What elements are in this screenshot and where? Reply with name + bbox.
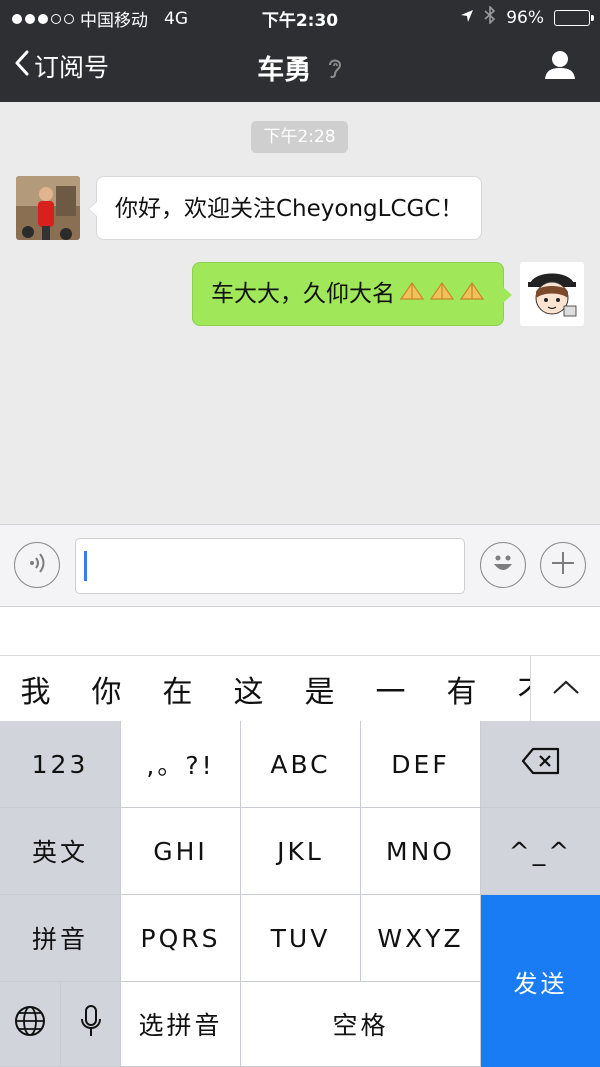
battery-percent: 96% (506, 7, 544, 28)
expand-candidates-button[interactable] (530, 655, 600, 722)
candidate-word[interactable]: 在 (142, 667, 213, 711)
person-icon (544, 51, 576, 84)
key-abc[interactable]: ABC (241, 721, 361, 808)
candidate-word[interactable]: 是 (284, 667, 355, 711)
microphone-icon (80, 1005, 102, 1043)
key-123[interactable]: 123 (0, 721, 121, 808)
location-arrow-icon (460, 8, 474, 28)
text-cursor (84, 551, 87, 581)
outgoing-message[interactable]: 车大大，久仰大名 (192, 262, 512, 326)
microphone-key[interactable] (61, 982, 121, 1067)
key-wxyz[interactable]: WXYZ (361, 895, 481, 982)
key-pqrs[interactable]: PQRS (121, 895, 241, 982)
chevron-up-icon (552, 679, 580, 699)
candidate-word[interactable]: 这 (213, 667, 284, 711)
emoji-button[interactable] (480, 542, 526, 588)
key-pinyin[interactable]: 拼音 (0, 895, 121, 982)
voice-input-button[interactable] (14, 542, 60, 588)
bluetooth-icon (484, 5, 496, 29)
pray-hands-icon (399, 262, 425, 326)
pray-hands-icon (429, 262, 455, 326)
backspace-icon (521, 747, 561, 781)
input-bar (0, 524, 600, 606)
more-actions-button[interactable] (540, 542, 586, 588)
voice-wave-icon (24, 550, 50, 580)
key-tuv[interactable]: TUV (241, 895, 361, 982)
key-select-pinyin[interactable]: 选拼音 (121, 982, 241, 1067)
key-mno[interactable]: MNO (361, 808, 481, 895)
nav-bar: 订阅号 车勇 (0, 40, 600, 96)
earpiece-mode-icon (327, 56, 343, 87)
keyboard: 123 ,。?! ABC DEF 英文 GHI JKL MNO ^_^ 拼音 P… (0, 721, 600, 1067)
key-jkl[interactable]: JKL (241, 808, 361, 895)
key-punctuation[interactable]: ,。?! (121, 721, 241, 808)
my-avatar[interactable] (520, 262, 584, 326)
plus-icon (549, 549, 577, 581)
candidate-word[interactable]: 不 (497, 667, 531, 711)
status-bar: 中国移动 4G 下午2:30 96% (0, 0, 600, 34)
candidate-word[interactable]: 我 (0, 667, 71, 711)
key-def[interactable]: DEF (361, 721, 481, 808)
candidate-bar: 我 你 在 这 是 一 有 不 (0, 606, 600, 722)
candidate-word[interactable]: 有 (426, 667, 497, 711)
profile-button[interactable] (544, 50, 576, 84)
send-key[interactable]: 发送 (481, 895, 600, 1067)
key-english[interactable]: 英文 (0, 808, 121, 895)
backspace-key[interactable] (481, 721, 600, 808)
space-key[interactable]: 空格 (241, 982, 481, 1067)
incoming-message[interactable]: 你好，欢迎关注CheyongLCGC！ (87, 176, 483, 240)
outgoing-message-text: 车大大，久仰大名 (211, 281, 395, 307)
key-ghi[interactable]: GHI (121, 808, 241, 895)
smiley-icon (486, 546, 520, 584)
key-emoticon[interactable]: ^_^ (481, 808, 600, 895)
globe-key[interactable] (0, 982, 61, 1067)
battery-icon (554, 9, 594, 26)
pray-hands-icon (459, 262, 485, 326)
sender-avatar[interactable] (16, 176, 80, 240)
candidate-word[interactable]: 一 (355, 667, 426, 711)
message-timestamp: 下午2:28 (251, 121, 348, 153)
chat-title: 车勇 (257, 55, 312, 86)
top-bar: 中国移动 4G 下午2:30 96% 订阅号 车勇 (0, 0, 600, 102)
message-input[interactable] (75, 538, 465, 594)
globe-icon (14, 1005, 46, 1043)
candidate-word[interactable]: 你 (71, 667, 142, 711)
candidate-list: 我 你 在 这 是 一 有 不 (0, 655, 530, 722)
